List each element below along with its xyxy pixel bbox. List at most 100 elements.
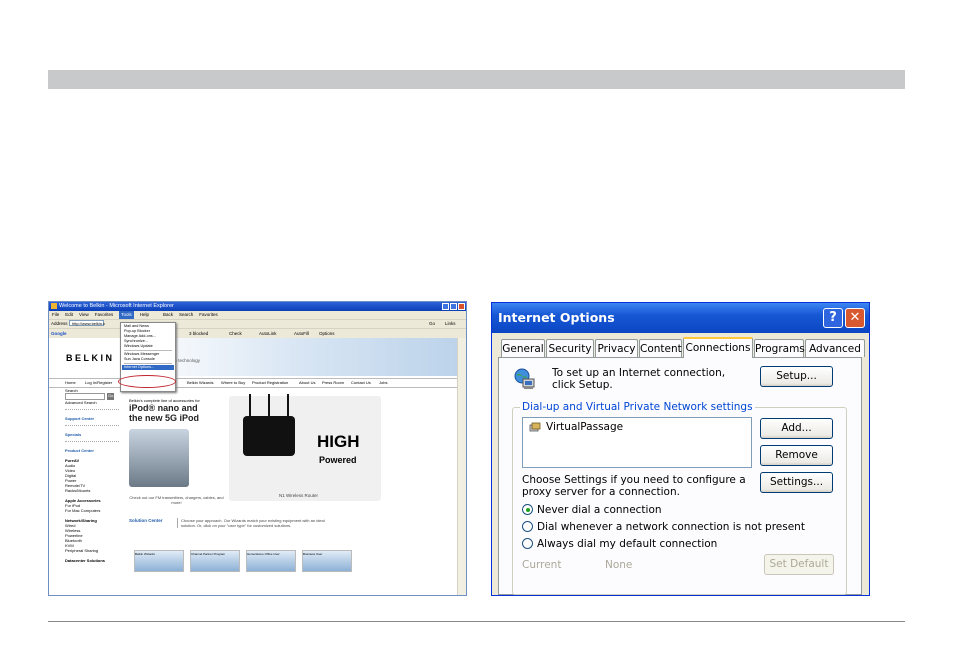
advanced-search-link[interactable]: Advanced Search [65, 400, 119, 405]
ie-title-bar: Welcome to Belkin - Microsoft Internet E… [49, 302, 466, 311]
search-row: Go [65, 393, 119, 400]
thumb-label: Belkin Wizards [135, 552, 155, 556]
menu-favorites[interactable]: Favorites [95, 311, 114, 319]
site-search-input[interactable] [65, 393, 105, 400]
header-band [48, 70, 905, 89]
search-go-button[interactable]: Go [107, 393, 115, 400]
tools-menu-item[interactable]: Sun Java Console [124, 357, 172, 362]
belkin-page: BELKIN with technology Home Log In/Regis… [49, 338, 458, 595]
go-button[interactable]: Go [429, 320, 435, 328]
tab-advanced[interactable]: Advanced [805, 339, 865, 357]
close-icon[interactable]: ✕ [845, 308, 865, 328]
toolbar-favorites[interactable]: Favorites [199, 311, 218, 319]
router-image [243, 416, 295, 456]
router-antenna [249, 394, 251, 416]
thumb-wizards[interactable]: Belkin Wizards [134, 550, 184, 572]
ie-menu-bar: File Edit View Favorites Tools Help Back… [49, 311, 466, 319]
ie-address-bar: Address http://www.belkin.c Go Links [49, 319, 466, 328]
check-label[interactable]: Check [229, 329, 242, 338]
set-default-button[interactable]: Set Default [764, 554, 834, 575]
menu-separator [124, 350, 172, 351]
tab-security[interactable]: Security [546, 339, 594, 357]
radio-never-dial-label[interactable]: Never dial a connection [537, 504, 662, 516]
nav-registration[interactable]: Product Registration [252, 379, 288, 387]
ie-logo-icon [51, 303, 57, 309]
links-label[interactable]: Links [445, 320, 456, 328]
maximize-icon[interactable] [450, 303, 457, 310]
add-button[interactable]: Add... [760, 418, 833, 439]
autofill-label[interactable]: AutoFill [294, 329, 309, 338]
dialup-group-label: Dial-up and Virtual Private Network sett… [520, 401, 755, 413]
menu-edit[interactable]: Edit [65, 311, 73, 319]
list-item[interactable]: Racks/Mounts [65, 488, 119, 493]
tab-general[interactable]: General [501, 339, 545, 357]
nav-contact[interactable]: Contact Us [351, 379, 371, 387]
toolbar-back[interactable]: Back [163, 311, 173, 319]
thumb-partner[interactable]: Channel Partner Program [190, 550, 240, 572]
support-center-link[interactable]: Support Center [65, 416, 119, 421]
footer-rule [48, 621, 905, 622]
thumb-home[interactable]: Home/Home Office User [246, 550, 296, 572]
ie-window-buttons [442, 303, 465, 310]
tools-menu-internet-options[interactable]: Internet Options... [122, 365, 174, 370]
radio-always-dial[interactable] [522, 538, 533, 549]
nav-press[interactable]: Press Room [322, 379, 344, 387]
menu-file[interactable]: File [52, 311, 59, 319]
settings-button[interactable]: Settings... [760, 472, 833, 493]
internet-options-dialog: Internet Options ? ✕ General Security Pr… [491, 302, 870, 596]
nav-where-to-buy[interactable]: Where to Buy [221, 379, 245, 387]
connection-item-virtualpassage[interactable]: VirtualPassage [546, 421, 623, 433]
list-item[interactable]: Peripheral Sharing [65, 548, 119, 553]
thumb-business[interactable]: Business User [302, 550, 352, 572]
current-value: None [605, 559, 633, 571]
nav-wizards[interactable]: Belkin Wizards [187, 379, 213, 387]
nav-jobs[interactable]: Jobs [379, 379, 387, 387]
router-antenna [268, 394, 270, 416]
autolink-label[interactable]: AutoLink [259, 329, 277, 338]
group-datacenter[interactable]: Datacenter Solutions [65, 558, 119, 563]
menu-view[interactable]: View [79, 311, 89, 319]
nav-about[interactable]: About Us [299, 379, 315, 387]
options-label[interactable]: Options [319, 329, 335, 338]
minimize-icon[interactable] [442, 303, 449, 310]
menu-tools[interactable]: Tools [119, 311, 134, 319]
radio-dial-when-no-network[interactable] [522, 521, 533, 532]
specials-link[interactable]: Specials [65, 432, 119, 437]
proxy-text: Choose Settings if you need to configure… [522, 474, 746, 498]
menu-separator [124, 363, 172, 364]
menu-help[interactable]: Help [140, 311, 149, 319]
nav-login[interactable]: Log In/Register [85, 379, 112, 387]
list-item[interactable]: For Mac Computers [65, 508, 119, 513]
close-icon[interactable] [458, 303, 465, 310]
radio-dial-when-no-network-label[interactable]: Dial whenever a network connection is no… [537, 521, 805, 533]
tools-menu-item[interactable]: Windows Update [124, 344, 172, 349]
google-logo[interactable]: Google [51, 331, 67, 336]
product-center-link[interactable]: Product Center [65, 448, 119, 453]
toolbar-search[interactable]: Search [179, 311, 193, 319]
ie-browser-window: Welcome to Belkin - Microsoft Internet E… [48, 301, 467, 596]
radio-always-dial-label[interactable]: Always dial my default connection [537, 538, 717, 550]
tab-connections[interactable]: Connections [683, 337, 753, 358]
router-powered: Powered [319, 455, 357, 465]
tab-privacy[interactable]: Privacy [595, 339, 638, 357]
tab-content[interactable]: Content [639, 339, 682, 357]
ie-scrollbar[interactable] [457, 338, 466, 595]
router-caption: N1 Wireless Router [279, 493, 319, 498]
nav-home[interactable]: Home [65, 379, 76, 387]
network-globe-icon [514, 368, 535, 389]
address-input[interactable]: http://www.belkin.c [69, 320, 105, 326]
belkin-sidebar: Search Go Advanced Search Support Center… [49, 388, 119, 563]
solution-center-label[interactable]: Solution Center [129, 518, 163, 523]
setup-button[interactable]: Setup... [760, 366, 833, 387]
tab-programs[interactable]: Programs [754, 339, 805, 357]
remove-button[interactable]: Remove [760, 445, 833, 466]
blocked-label[interactable]: 3 blocked [189, 329, 208, 338]
router-high: HIGH [317, 432, 360, 451]
thumb-label: Business User [303, 552, 323, 556]
help-icon[interactable]: ? [823, 308, 843, 328]
belkin-logo[interactable]: BELKIN [66, 353, 115, 363]
dialog-title: Internet Options [498, 310, 615, 325]
radio-never-dial[interactable] [522, 504, 533, 515]
ipod-accessories-image [129, 429, 189, 487]
ipod-promo[interactable]: Belkin's complete line of accessories fo… [129, 398, 224, 505]
